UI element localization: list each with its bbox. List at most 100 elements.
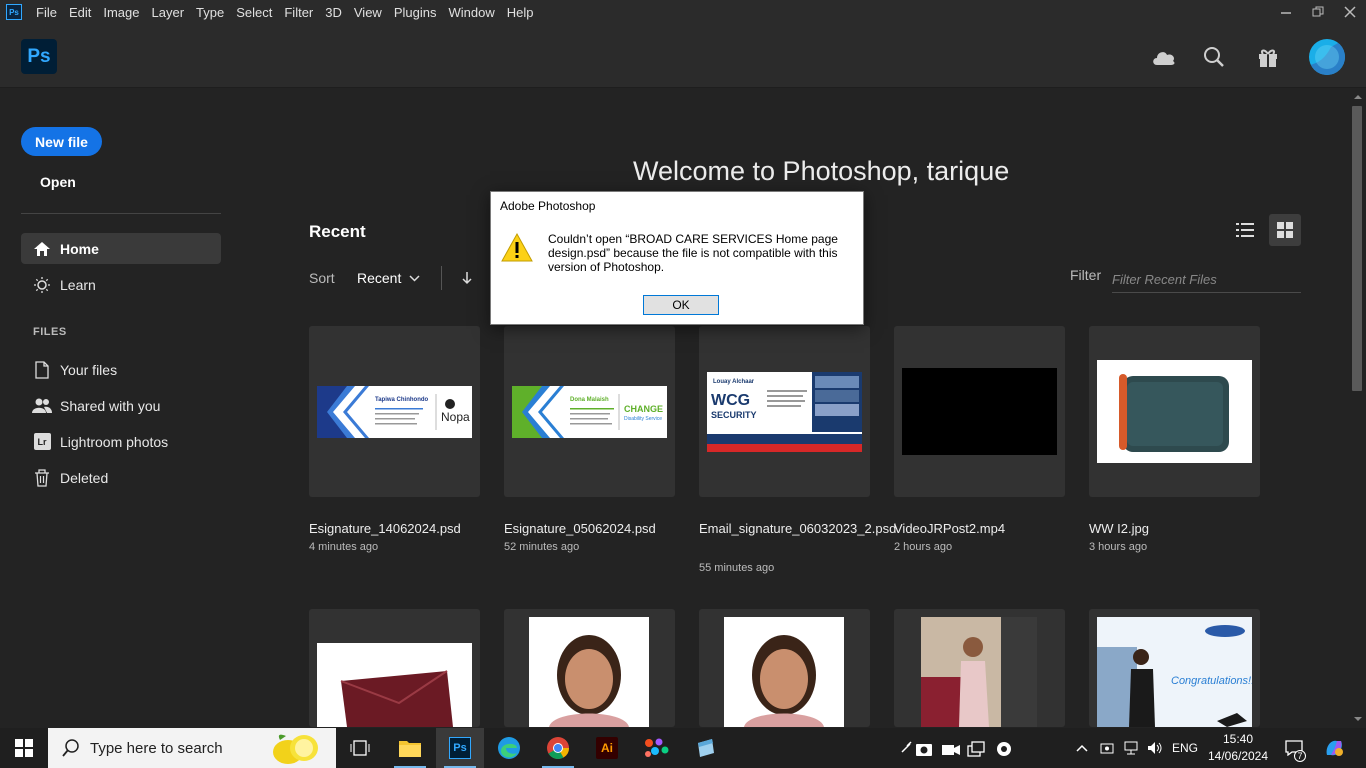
- dialog-title: Adobe Photoshop: [500, 199, 596, 213]
- sidebar-item-label: Lightroom photos: [60, 433, 169, 450]
- search-icon[interactable]: [1201, 44, 1227, 70]
- sidebar-item-deleted[interactable]: Deleted: [21, 462, 221, 493]
- sidebar-item-home[interactable]: Home: [21, 233, 221, 264]
- task-view-icon[interactable]: [336, 728, 384, 768]
- clock[interactable]: 15:40 14/06/2024: [1205, 731, 1271, 765]
- sidebar-item-label: Shared with you: [60, 397, 161, 414]
- network-icon[interactable]: [1120, 728, 1142, 768]
- cloud-icon[interactable]: [1151, 44, 1177, 70]
- photoshop-logo[interactable]: Ps: [21, 39, 57, 74]
- menu-window[interactable]: Window: [442, 0, 500, 24]
- warning-icon: [501, 232, 533, 264]
- file-card[interactable]: [1089, 326, 1260, 497]
- notification-icon[interactable]: 7: [1280, 728, 1308, 768]
- file-time: 3 hours ago: [1089, 541, 1148, 553]
- menu-plugins[interactable]: Plugins: [388, 0, 443, 24]
- file-card[interactable]: [894, 326, 1065, 497]
- document-icon: [32, 360, 52, 380]
- file-name[interactable]: Esignature_14062024.psd: [309, 518, 485, 539]
- restore-icon[interactable]: [1302, 0, 1334, 24]
- file-card[interactable]: Congratulations!!!: [1089, 609, 1260, 727]
- minimize-icon[interactable]: [1270, 0, 1302, 24]
- thumbnail-text: WCG: [711, 392, 751, 409]
- figma-icon[interactable]: [632, 728, 680, 768]
- file-time: 55 minutes ago: [699, 562, 775, 574]
- open-button[interactable]: Open: [40, 174, 76, 190]
- file-card[interactable]: Tapiwa Chinhondo Nopa: [309, 326, 480, 497]
- sort-direction-icon[interactable]: [458, 268, 476, 288]
- copilot-icon[interactable]: [1316, 728, 1352, 768]
- meet-now-icon[interactable]: [1096, 728, 1118, 768]
- menu-view[interactable]: View: [348, 0, 388, 24]
- file-thumbnail: Congratulations!!!: [1097, 617, 1252, 727]
- notification-count: 7: [1294, 750, 1306, 762]
- file-name[interactable]: VideoJRPost2.mp4: [894, 518, 1070, 539]
- file-thumbnail: [529, 617, 649, 727]
- photoshop-icon[interactable]: Ps: [436, 728, 484, 768]
- file-card[interactable]: [699, 609, 870, 727]
- file-card[interactable]: [309, 609, 480, 727]
- menu-image[interactable]: Image: [97, 0, 145, 24]
- thumbnail-text: Tapiwa Chinhondo: [375, 397, 429, 403]
- tray-tools-icon[interactable]: [888, 728, 1028, 768]
- thumbnail-text: Congratulations!!!: [1171, 675, 1252, 687]
- menu-edit[interactable]: Edit: [63, 0, 97, 24]
- file-card[interactable]: Louay Alchaar WCG SECURITY: [699, 326, 870, 497]
- welcome-heading: Welcome to Photoshop, tarique: [633, 156, 1010, 186]
- close-icon[interactable]: [1334, 0, 1366, 24]
- sidebar-item-label: Home: [60, 240, 99, 257]
- app-header: Ps: [0, 24, 1366, 88]
- people-icon: [32, 396, 52, 416]
- error-dialog: Adobe Photoshop Couldn’t open “BROAD CAR…: [490, 191, 864, 325]
- sort-dropdown[interactable]: Recent: [357, 270, 420, 286]
- file-explorer-icon[interactable]: [386, 728, 434, 768]
- file-name[interactable]: WW I2.jpg: [1089, 518, 1265, 539]
- gift-icon[interactable]: [1255, 44, 1281, 70]
- menu-bar: Ps File Edit Image Layer Type Select Fil…: [0, 0, 1366, 24]
- sidebar-item-learn[interactable]: Learn: [21, 269, 221, 300]
- thumbnail-text: Nopa: [441, 410, 470, 424]
- sidebar-item-lightroom[interactable]: Lr Lightroom photos: [21, 426, 221, 457]
- illustrator-icon[interactable]: Ai: [583, 728, 631, 768]
- photoshop-app-icon[interactable]: Ps: [6, 4, 22, 20]
- taskbar-search[interactable]: Type here to search: [48, 728, 336, 768]
- file-card[interactable]: [894, 609, 1065, 727]
- menu-layer[interactable]: Layer: [146, 0, 191, 24]
- list-view-icon[interactable]: [1233, 218, 1257, 242]
- clock-time: 15:40: [1222, 732, 1254, 746]
- lightbulb-icon: [32, 275, 52, 295]
- notepad-icon[interactable]: [681, 728, 729, 768]
- show-hidden-icons-chevron-icon[interactable]: [1070, 728, 1094, 768]
- menu-filter[interactable]: Filter: [278, 0, 319, 24]
- chrome-icon[interactable]: [534, 728, 582, 768]
- menu-type[interactable]: Type: [190, 0, 230, 24]
- sort-label: Sort: [309, 270, 335, 286]
- menu-select[interactable]: Select: [230, 0, 278, 24]
- ok-button[interactable]: OK: [643, 295, 719, 315]
- file-time: 52 minutes ago: [504, 541, 580, 553]
- menu-help[interactable]: Help: [501, 0, 540, 24]
- menu-file[interactable]: File: [30, 0, 63, 24]
- file-name[interactable]: Email_signature_06032023_2.psd: [699, 518, 896, 539]
- home-icon: [32, 239, 52, 259]
- recent-title: Recent: [309, 222, 366, 241]
- file-card[interactable]: [504, 609, 675, 727]
- edge-icon[interactable]: [485, 728, 533, 768]
- lemon-decoration-icon: [268, 730, 324, 766]
- volume-icon[interactable]: [1144, 728, 1166, 768]
- scrollbar-thumb[interactable]: [1352, 106, 1362, 391]
- grid-view-icon[interactable]: [1269, 214, 1301, 246]
- file-name[interactable]: Esignature_05062024.psd: [504, 518, 680, 539]
- menu-3d[interactable]: 3D: [319, 0, 348, 24]
- avatar[interactable]: [1309, 39, 1345, 75]
- language-indicator[interactable]: ENG: [1172, 741, 1198, 755]
- sidebar-item-shared[interactable]: Shared with you: [21, 390, 221, 421]
- taskbar-search-placeholder: Type here to search: [90, 739, 223, 757]
- windows-start-icon[interactable]: [0, 728, 48, 768]
- file-card[interactable]: Dona Malaish CHANGE Disability Service: [504, 326, 675, 497]
- sidebar-item-label: Your files: [60, 361, 118, 378]
- filter-input[interactable]: [1112, 266, 1301, 293]
- taskbar: Type here to search Ps Ai ENG 15:40 14/0…: [0, 728, 1366, 768]
- sidebar-item-your-files[interactable]: Your files: [21, 354, 221, 385]
- new-file-button[interactable]: New file: [21, 127, 102, 156]
